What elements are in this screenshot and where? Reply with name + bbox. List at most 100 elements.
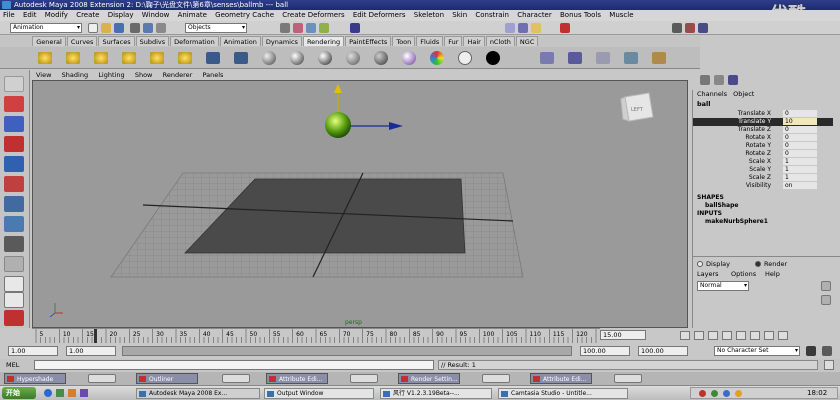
shape-node-name[interactable]: ballShape (705, 202, 738, 209)
current-time-marker[interactable] (94, 329, 97, 343)
end-range-field[interactable]: 100.00 (580, 346, 630, 356)
perspective-viewport[interactable]: LEFT persp (32, 80, 688, 328)
play-backwards-icon[interactable] (722, 331, 732, 340)
layered-shader-icon[interactable] (430, 51, 444, 65)
shelf-tab-toon[interactable]: Toon (392, 36, 416, 46)
auto-key-icon[interactable] (806, 346, 816, 356)
lasso-tool-icon[interactable] (4, 96, 24, 112)
render-settings-icon[interactable] (531, 23, 541, 33)
taskbar-item-player[interactable]: 风行 V1.2.3.19Beta--... (380, 388, 492, 399)
restore-window-icon[interactable] (482, 374, 510, 383)
ipr-render-icon[interactable] (518, 23, 528, 33)
snap-grid-icon[interactable] (280, 23, 290, 33)
show-channel-box-icon[interactable] (698, 23, 708, 33)
new-scene-icon[interactable] (88, 23, 98, 33)
tray-app-icon[interactable] (735, 390, 742, 397)
shelf-tab-ngc[interactable]: NGC (515, 36, 539, 46)
menu-window[interactable]: Window (139, 11, 173, 19)
menu-constrain[interactable]: Constrain (472, 11, 512, 19)
render-layout-icon[interactable] (4, 310, 24, 326)
layers-menu[interactable]: Layers (697, 270, 719, 278)
minimized-window-attribute-editor-2[interactable]: Attribute Edi... (530, 373, 592, 384)
render-current-icon[interactable] (568, 52, 582, 64)
shelf-tab-ncloth[interactable]: nCloth (485, 36, 515, 46)
channel-row[interactable]: Rotate Z 0 (693, 150, 833, 158)
minimized-window-outliner[interactable]: Outliner (136, 373, 198, 384)
render-globals-icon[interactable] (652, 52, 666, 64)
channel-row[interactable]: Rotate X 0 (693, 134, 833, 142)
channel-value[interactable]: 0 (783, 110, 817, 117)
taskbar-item-camtasia[interactable]: Camtasia Studio - Untitle... (498, 388, 628, 399)
hypershade-icon[interactable] (624, 52, 638, 64)
directional-light-icon[interactable] (66, 52, 80, 64)
time-slider[interactable]: 5 10 15 20 25 30 35 40 45 50 55 60 65 70 75 80 85 90 95 100… (32, 328, 600, 344)
start-time-field[interactable]: 1.00 (8, 346, 58, 356)
menu-edit-deformers[interactable]: Edit Deformers (350, 11, 409, 19)
viewport-menu-lighting[interactable]: Lighting (94, 71, 128, 79)
ramp-shader-icon[interactable] (402, 51, 416, 65)
menu-geometry-cache[interactable]: Geometry Cache (212, 11, 277, 19)
channel-value[interactable]: 1 (783, 158, 817, 165)
range-slider[interactable] (122, 346, 572, 356)
menu-animate[interactable]: Animate (175, 11, 210, 19)
taskbar-item-maya[interactable]: Autodesk Maya 2008 Ex... (136, 388, 260, 399)
surface-shader-icon[interactable] (458, 51, 472, 65)
minimized-window-render-settings[interactable]: Render Settin... (398, 373, 460, 384)
restore-window-icon[interactable] (222, 374, 250, 383)
channel-value[interactable]: 0 (783, 150, 817, 157)
viewport-menu-panels[interactable]: Panels (199, 71, 228, 79)
channel-value[interactable]: 0 (783, 142, 817, 149)
menu-display[interactable]: Display (105, 11, 137, 19)
phong-shader-icon[interactable] (318, 51, 332, 65)
move-tool-icon[interactable] (4, 136, 24, 152)
script-editor-icon[interactable] (824, 360, 834, 370)
shelf-tab-dynamics[interactable]: Dynamics (261, 36, 302, 46)
select-hierarchy-icon[interactable] (130, 23, 140, 33)
channel-value[interactable]: on (783, 182, 817, 189)
new-layer-icon[interactable] (821, 281, 831, 291)
play-forwards-icon[interactable] (736, 331, 746, 340)
shelf-tab-deformation[interactable]: Deformation (170, 36, 219, 46)
camera-icon[interactable] (206, 52, 220, 64)
shelf-tab-hair[interactable]: Hair (463, 36, 485, 46)
menu-skin[interactable]: Skin (449, 11, 470, 19)
taskbar-item-output-window[interactable]: Output Window (264, 388, 374, 399)
start-range-field[interactable]: 1.00 (66, 346, 116, 356)
select-tool-icon[interactable] (4, 76, 24, 92)
shelf-tab-subdivs[interactable]: Subdivs (135, 36, 170, 46)
tray-security-icon[interactable] (723, 390, 730, 397)
shelf-tab-curves[interactable]: Curves (66, 36, 98, 46)
display-radio[interactable] (697, 261, 703, 267)
step-forward-key-icon[interactable] (750, 331, 760, 340)
go-to-start-icon[interactable] (680, 331, 690, 340)
restore-window-icon[interactable] (88, 374, 116, 383)
channel-row[interactable]: Scale Z 1 (693, 174, 833, 182)
menu-create-deformers[interactable]: Create Deformers (279, 11, 347, 19)
menu-edit[interactable]: Edit (20, 11, 40, 19)
quicklaunch-ie-icon[interactable] (44, 389, 52, 397)
render-view-icon[interactable] (540, 52, 554, 64)
ball-sphere[interactable] (325, 112, 351, 138)
shelf-tab-general[interactable]: General (32, 36, 66, 46)
rotate-tool-icon[interactable] (4, 156, 24, 172)
channel-value[interactable]: 0 (783, 134, 817, 141)
tray-volume-icon[interactable] (711, 390, 718, 397)
attribute-editor-toggle-icon[interactable] (728, 75, 738, 85)
channel-row[interactable]: Scale Y 1 (693, 166, 833, 174)
channel-box-icon[interactable] (700, 75, 710, 85)
four-pane-layout-icon[interactable] (4, 292, 24, 308)
menu-muscle[interactable]: Muscle (606, 11, 636, 19)
quicklaunch-media-icon[interactable] (68, 389, 76, 397)
channel-row[interactable]: Scale X 1 (693, 158, 833, 166)
minimized-window-hypershade[interactable]: Hypershade (4, 373, 66, 384)
go-to-end-icon[interactable] (778, 331, 788, 340)
channel-value[interactable]: 10 (783, 118, 817, 125)
history-icon[interactable] (350, 23, 360, 33)
soft-mod-tool-icon[interactable] (4, 216, 24, 232)
paint-select-tool-icon[interactable] (4, 116, 24, 132)
render-radio[interactable] (755, 261, 761, 267)
scale-tool-icon[interactable] (4, 176, 24, 192)
viewport-menu-show[interactable]: Show (131, 71, 157, 79)
shelf-tab-fluids[interactable]: Fluids (416, 36, 444, 46)
open-scene-icon[interactable] (101, 23, 111, 33)
